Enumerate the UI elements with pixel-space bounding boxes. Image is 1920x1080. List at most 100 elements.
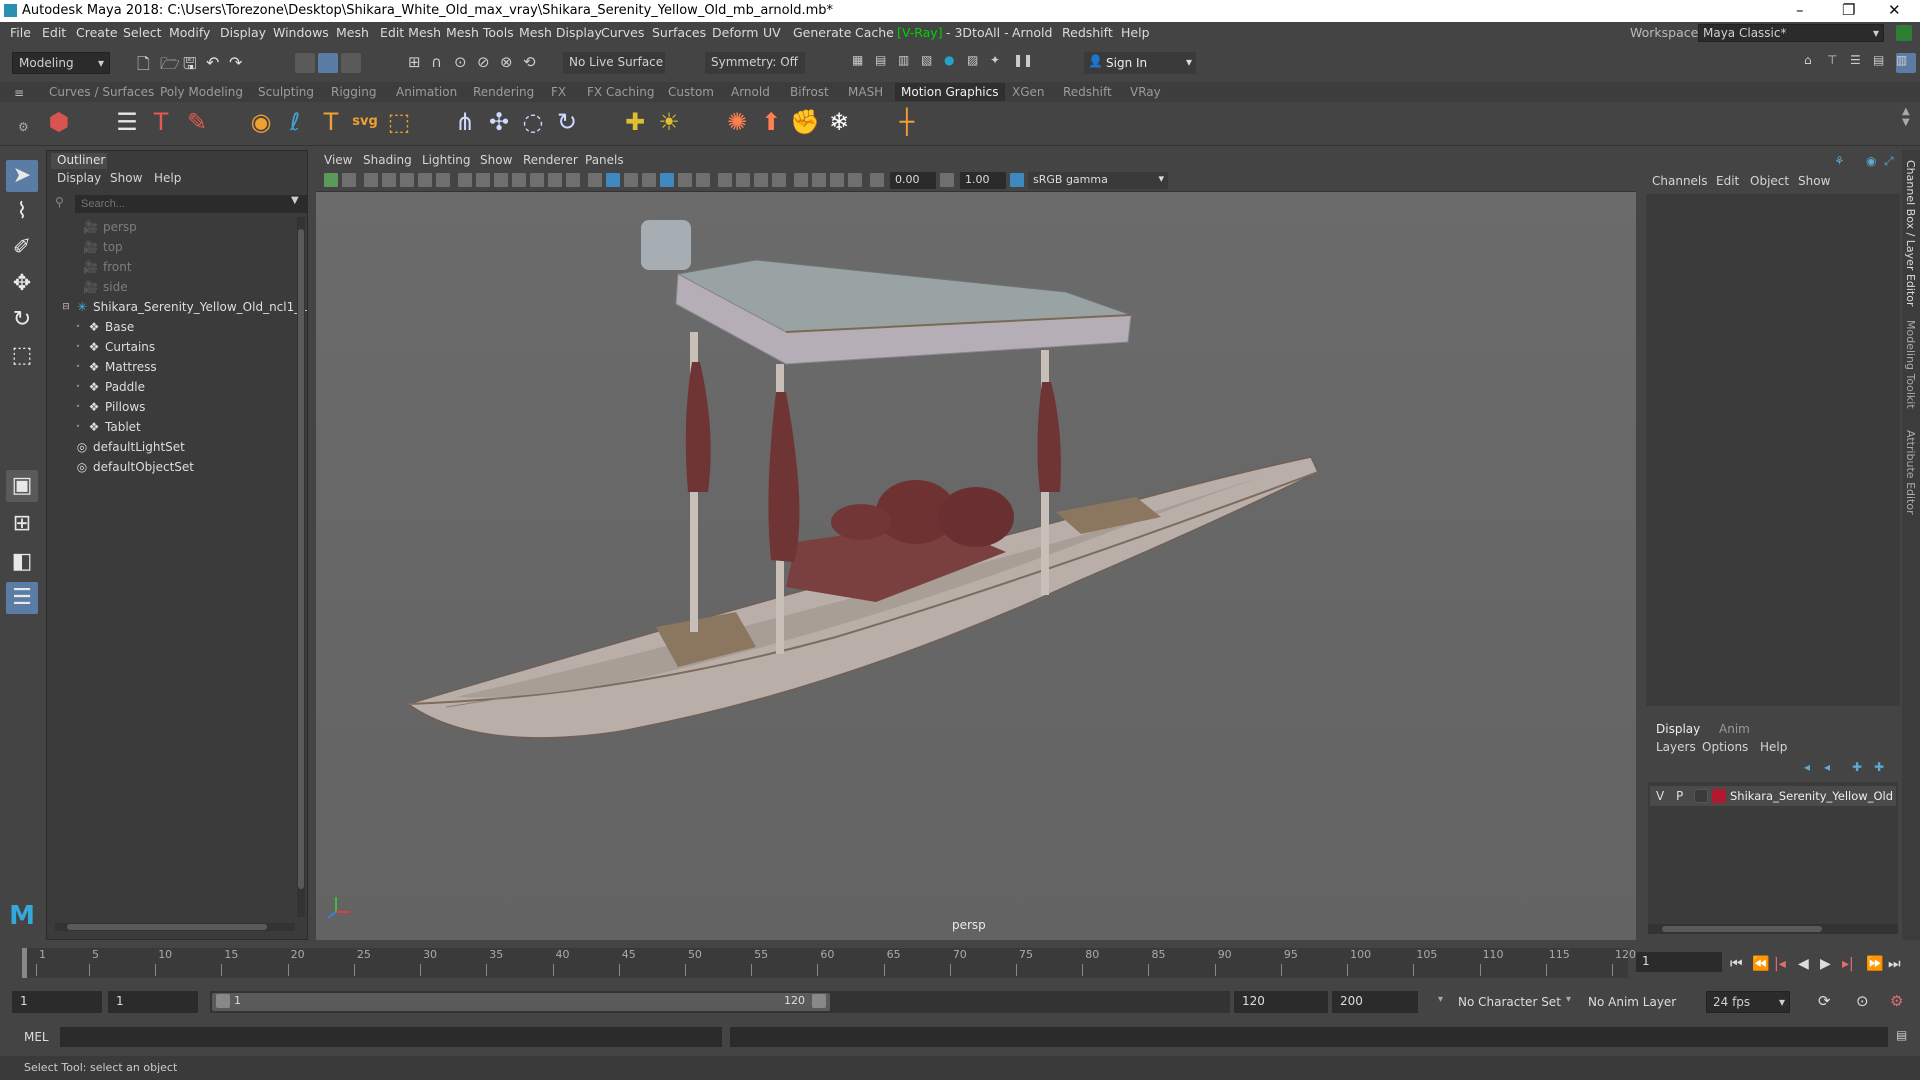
wireframe-on-shaded-icon[interactable] (642, 173, 656, 187)
select-object-icon[interactable] (318, 53, 338, 73)
go-to-start-icon[interactable]: ⏮ (1730, 956, 1743, 972)
list-item[interactable]: • ❖ Curtains (57, 337, 297, 357)
script-editor-icon[interactable]: ▤ (1896, 1028, 1907, 1042)
menu-redshift[interactable]: Redshift (1062, 25, 1113, 40)
animation-start-field[interactable]: 1 (12, 991, 102, 1013)
mash-curve-icon[interactable]: ◌ (518, 107, 548, 137)
four-view-layout-icon[interactable]: ⊞ (6, 508, 38, 540)
rotate-tool-icon[interactable]: ↻ (6, 304, 38, 336)
layer-playback-toggle[interactable]: P (1676, 789, 1683, 803)
grid-icon[interactable] (458, 173, 472, 187)
lock-icon[interactable] (1896, 25, 1912, 41)
move-layer-down-icon[interactable]: ◂ (1824, 760, 1830, 774)
menu-edit[interactable]: Edit (42, 25, 66, 40)
arnold-render-icon[interactable]: ✦ (990, 53, 1010, 73)
menu-modify[interactable]: Modify (169, 25, 210, 40)
maximize-button[interactable]: ❐ (1842, 1, 1855, 19)
render-frame-icon[interactable]: ▦ (852, 53, 872, 73)
select-hierarchy-icon[interactable] (295, 53, 315, 73)
step-forward-key-icon[interactable]: ⏩ (1866, 956, 1883, 972)
depth-of-field-icon[interactable] (772, 173, 786, 187)
list-item[interactable]: • ❖ Mattress (57, 357, 297, 377)
viewport-canvas[interactable]: persp (316, 192, 1636, 940)
new-scene-icon[interactable]: 🗋 (137, 53, 157, 73)
menu-mesh-tools[interactable]: Mesh Tools (446, 25, 514, 40)
shelf-tab-poly-modeling[interactable]: Poly Modeling (160, 85, 243, 99)
minimize-button[interactable]: – (1796, 1, 1804, 19)
gate-mask-icon[interactable] (512, 173, 526, 187)
vp-menu-show[interactable]: Show (480, 153, 512, 167)
close-button[interactable]: ✕ (1888, 1, 1901, 19)
menu-select[interactable]: Select (123, 25, 162, 40)
shelf-tab-xgen[interactable]: XGen (1012, 85, 1045, 99)
range-start-grip[interactable] (216, 994, 230, 1008)
snowflake-icon[interactable]: ❄ (824, 107, 854, 137)
shelf-tab-sculpting[interactable]: Sculpting (258, 85, 314, 99)
sweep-icon[interactable]: ✎ (182, 107, 212, 137)
exposure-field[interactable]: 0.00 (890, 172, 936, 189)
camera-attributes-icon[interactable] (364, 173, 378, 187)
menu-cache[interactable]: Cache (855, 25, 894, 40)
safe-action-icon[interactable] (548, 173, 562, 187)
motion-blur-icon[interactable] (736, 173, 750, 187)
outliner-search-input[interactable] (75, 195, 307, 213)
boolean-box-icon[interactable]: ⬚ (384, 107, 414, 137)
move-tool-icon[interactable]: ✥ (6, 268, 38, 300)
make-live-icon[interactable]: ⟲ (523, 53, 543, 73)
shelf-tab-custom[interactable]: Custom (668, 85, 714, 99)
sphere-mograph-icon[interactable]: ◉ (246, 107, 276, 137)
new-layer-selected-icon[interactable]: ✚ (1874, 760, 1884, 774)
layer-visibility-toggle[interactable]: V (1656, 789, 1664, 803)
chevron-down-icon[interactable]: ▼ (291, 195, 299, 206)
symmetry-dropdown[interactable]: Symmetry: Off (705, 52, 805, 74)
range-bar[interactable]: 1 120 (210, 991, 1230, 1013)
list-item[interactable]: • ❖ Paddle (57, 377, 297, 397)
color-management-icon[interactable] (1010, 173, 1024, 187)
paint-select-tool-icon[interactable]: ✐ (6, 232, 38, 264)
shelf-tab-mash[interactable]: MASH (848, 85, 883, 99)
undo-icon[interactable]: ↶ (206, 53, 226, 73)
menu-arnold[interactable]: Arnold (1012, 25, 1052, 40)
show-layer-editor-icon[interactable]: ▥ (1896, 53, 1916, 73)
vp-menu-shading[interactable]: Shading (363, 153, 412, 167)
list-item[interactable]: ◎ defaultLightSet (57, 437, 297, 457)
list-item[interactable]: 🎥 persp (57, 217, 297, 237)
menu-create[interactable]: Create (76, 25, 118, 40)
select-camera-icon[interactable] (324, 173, 338, 187)
mograph-list-icon[interactable]: ☰ (112, 107, 142, 137)
layers-menu[interactable]: Layers (1656, 740, 1696, 754)
go-to-end-icon[interactable]: ⏭ (1888, 956, 1901, 972)
outliner-vscrollbar[interactable] (297, 217, 305, 917)
gamma-field[interactable]: 1.00 (960, 172, 1006, 189)
layer-hscrollbar[interactable] (1648, 924, 1898, 934)
menu-mesh-display[interactable]: Mesh Display (519, 25, 602, 40)
menu-edit-mesh[interactable]: Edit Mesh (380, 25, 441, 40)
field-chart-icon[interactable] (530, 173, 544, 187)
two-view-layout-icon[interactable]: ◧ (6, 546, 38, 578)
menu-deform[interactable]: Deform (712, 25, 758, 40)
exposure-icon[interactable] (870, 173, 884, 187)
select-component-icon[interactable] (341, 53, 361, 73)
step-forward-frame-icon[interactable]: ▸| (1842, 956, 1854, 972)
pause-render-icon[interactable]: ❚❚ (1013, 53, 1033, 73)
vp-menu-lighting[interactable]: Lighting (422, 153, 471, 167)
current-time-marker[interactable] (22, 948, 27, 978)
layer-row[interactable]: V P Shikara_Serenity_Yellow_Old (1650, 786, 1896, 806)
isolate-select-icon[interactable] (794, 173, 808, 187)
xray-components-icon[interactable] (848, 173, 862, 187)
list-item[interactable]: 🎥 top (57, 237, 297, 257)
outliner-menu-help[interactable]: Help (154, 171, 181, 185)
snap-view-plane-icon[interactable]: ⊗ (500, 53, 520, 73)
shelf-tab-rigging[interactable]: Rigging (331, 85, 376, 99)
save-scene-icon[interactable]: 🖫 (183, 53, 203, 73)
menu-generate[interactable]: Generate (793, 25, 851, 40)
workspace-dropdown[interactable]: Maya Classic* ▾ (1698, 24, 1884, 42)
tab-anim[interactable]: Anim (1719, 722, 1750, 736)
ambient-occlusion-icon[interactable] (718, 173, 732, 187)
light-array-icon[interactable]: ✚ (620, 107, 650, 137)
character-set-label[interactable]: No Character Set (1458, 995, 1561, 1009)
list-item[interactable]: 🎥 front (57, 257, 297, 277)
show-channel-box-icon[interactable]: ▤ (1873, 53, 1893, 73)
outliner-menu-show[interactable]: Show (110, 171, 142, 185)
expand-panel-icon[interactable]: ⤢ (1884, 154, 1894, 169)
